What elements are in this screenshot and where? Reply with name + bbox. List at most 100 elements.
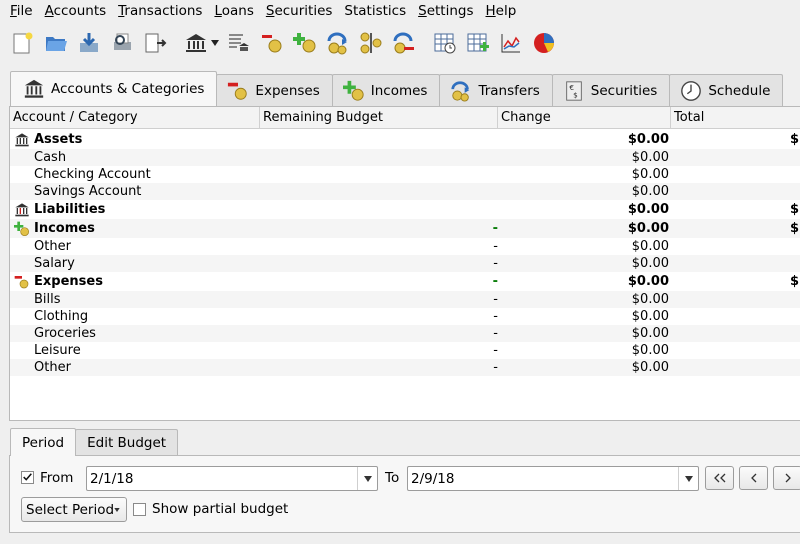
show-partial-checkbox[interactable] bbox=[133, 503, 146, 516]
tree-header: Account / Category Remaining Budget Chan… bbox=[10, 107, 800, 129]
income-icon bbox=[342, 80, 365, 102]
col-budget[interactable]: Remaining Budget bbox=[260, 107, 498, 129]
save-icon[interactable] bbox=[74, 28, 104, 58]
tree-row[interactable]: Checking Account $0.00 bbox=[10, 166, 800, 183]
cell-name: Incomes bbox=[34, 221, 95, 236]
menu-item-securities[interactable]: Securities bbox=[260, 3, 339, 19]
cell-name: Groceries bbox=[34, 326, 96, 341]
print-preview-icon[interactable] bbox=[107, 28, 137, 58]
chevron-down-icon[interactable] bbox=[357, 467, 377, 490]
tree-row[interactable]: Cash $0.00 bbox=[10, 149, 800, 166]
col-account[interactable]: Account / Category bbox=[10, 107, 260, 129]
cell-budget: - bbox=[492, 274, 498, 289]
tree-row[interactable]: Savings Account $0.00 bbox=[10, 183, 800, 200]
chevron-down-icon[interactable] bbox=[210, 28, 220, 58]
cell-name: Liabilities bbox=[34, 202, 106, 217]
tree-row[interactable]: Other - $0.00 bbox=[10, 359, 800, 376]
cell-change: $0.00 bbox=[631, 256, 669, 271]
tree-row[interactable]: Leisure - $0.00 bbox=[10, 342, 800, 359]
cell-budget: - bbox=[493, 292, 498, 307]
liability-icon bbox=[14, 202, 30, 218]
open-folder-icon[interactable] bbox=[41, 28, 71, 58]
schedule-icon[interactable] bbox=[430, 28, 460, 58]
from-date-combo[interactable]: 2/1/18 bbox=[86, 466, 378, 491]
menu-item-transactions[interactable]: Transactions bbox=[112, 3, 208, 19]
clock-icon bbox=[680, 80, 702, 102]
cell-name: Assets bbox=[34, 132, 83, 147]
tab-edit-budget[interactable]: Edit Budget bbox=[75, 429, 179, 456]
show-partial-label: Show partial budget bbox=[152, 501, 289, 517]
first-period-button[interactable] bbox=[705, 466, 734, 490]
tab-incomes[interactable]: Incomes bbox=[331, 74, 441, 106]
menu-bar: File Accounts Transactions Loans Securities S… bbox=[0, 0, 800, 22]
tab-securities[interactable]: € $ Securities bbox=[551, 74, 671, 106]
tree-row[interactable]: Clothing - $0.00 bbox=[10, 308, 800, 325]
main-tabs: Accounts & Categories Expenses Incomes Tran… bbox=[10, 71, 784, 106]
bank-icon bbox=[14, 132, 30, 148]
accounts-tree[interactable]: Account / Category Remaining Budget Chan… bbox=[9, 106, 800, 421]
menu-item-help[interactable]: Help bbox=[480, 3, 523, 19]
tree-row-group[interactable]: Liabilities $0.00 $ bbox=[10, 200, 800, 219]
transfer-icon bbox=[450, 80, 472, 102]
cell-name: Other bbox=[34, 360, 71, 375]
next-period-button[interactable] bbox=[773, 466, 800, 490]
tree-rows: Assets $0.00 $ Cash $0.00 Checking Account $0.… bbox=[10, 130, 800, 376]
line-chart-icon[interactable] bbox=[496, 28, 526, 58]
menu-item-accounts[interactable]: Accounts bbox=[39, 3, 113, 19]
select-period-button[interactable]: Select Period bbox=[21, 497, 127, 522]
tree-row[interactable]: Salary - $0.00 bbox=[10, 255, 800, 272]
cell-total: $ bbox=[790, 202, 800, 217]
from-checkbox[interactable] bbox=[21, 471, 34, 484]
bottom-tabs: Period Edit Budget bbox=[10, 428, 179, 456]
account-list-icon[interactable] bbox=[224, 28, 254, 58]
prev-period-button[interactable] bbox=[739, 466, 768, 490]
cell-change: $0.00 bbox=[631, 360, 669, 375]
cell-name: Checking Account bbox=[34, 167, 151, 182]
export-icon[interactable] bbox=[140, 28, 170, 58]
income-icon bbox=[14, 221, 30, 237]
tree-row-group[interactable]: Expenses - $0.00 $ bbox=[10, 272, 800, 291]
menu-item-loans[interactable]: Loans bbox=[208, 3, 259, 19]
menu-item-file[interactable]: File bbox=[4, 3, 39, 19]
to-date-combo[interactable]: 2/9/18 bbox=[407, 466, 699, 491]
cell-name: Salary bbox=[34, 256, 75, 271]
cell-budget: - bbox=[492, 221, 498, 236]
cell-total: $ bbox=[790, 274, 800, 289]
delete-transaction-icon[interactable] bbox=[389, 28, 419, 58]
cell-name: Cash bbox=[34, 150, 67, 165]
tab-schedule[interactable]: Schedule bbox=[669, 74, 784, 106]
col-change[interactable]: Change bbox=[498, 107, 671, 129]
tab-expenses[interactable]: Expenses bbox=[216, 74, 333, 106]
cell-name: Expenses bbox=[34, 274, 103, 289]
new-income-icon[interactable] bbox=[290, 28, 320, 58]
chevron-down-icon bbox=[114, 508, 120, 512]
tree-row[interactable]: Bills - $0.00 bbox=[10, 291, 800, 308]
new-expense-icon[interactable] bbox=[257, 28, 287, 58]
toolbar bbox=[0, 24, 800, 62]
tab-accounts-categories[interactable]: Accounts & Categories bbox=[10, 71, 218, 106]
cell-total: $ bbox=[790, 221, 800, 236]
col-total[interactable]: Total bbox=[671, 107, 800, 129]
cell-change: $0.00 bbox=[627, 202, 669, 217]
tab-period[interactable]: Period bbox=[10, 428, 77, 456]
tree-row[interactable]: Other - $0.00 bbox=[10, 238, 800, 255]
menu-item-settings[interactable]: Settings bbox=[412, 3, 479, 19]
from-label: From bbox=[40, 470, 74, 486]
menu-item-statistics[interactable]: Statistics bbox=[338, 3, 412, 19]
tree-row-group[interactable]: Assets $0.00 $ bbox=[10, 130, 800, 149]
tree-row[interactable]: Groceries - $0.00 bbox=[10, 325, 800, 342]
tree-row-group[interactable]: Incomes - $0.00 $ bbox=[10, 219, 800, 238]
new-file-icon[interactable] bbox=[8, 28, 38, 58]
cell-name: Other bbox=[34, 239, 71, 254]
cell-budget: - bbox=[493, 309, 498, 324]
bank-account-icon[interactable] bbox=[181, 28, 211, 58]
new-transfer-icon[interactable] bbox=[323, 28, 353, 58]
chevron-down-icon[interactable] bbox=[678, 467, 698, 490]
cell-budget: - bbox=[493, 343, 498, 358]
cell-change: $0.00 bbox=[631, 309, 669, 324]
split-icon[interactable] bbox=[356, 28, 386, 58]
edit-table-icon[interactable] bbox=[463, 28, 493, 58]
chevron-left-icon bbox=[750, 473, 756, 483]
tab-transfers[interactable]: Transfers bbox=[439, 74, 553, 106]
pie-chart-icon[interactable] bbox=[529, 28, 559, 58]
